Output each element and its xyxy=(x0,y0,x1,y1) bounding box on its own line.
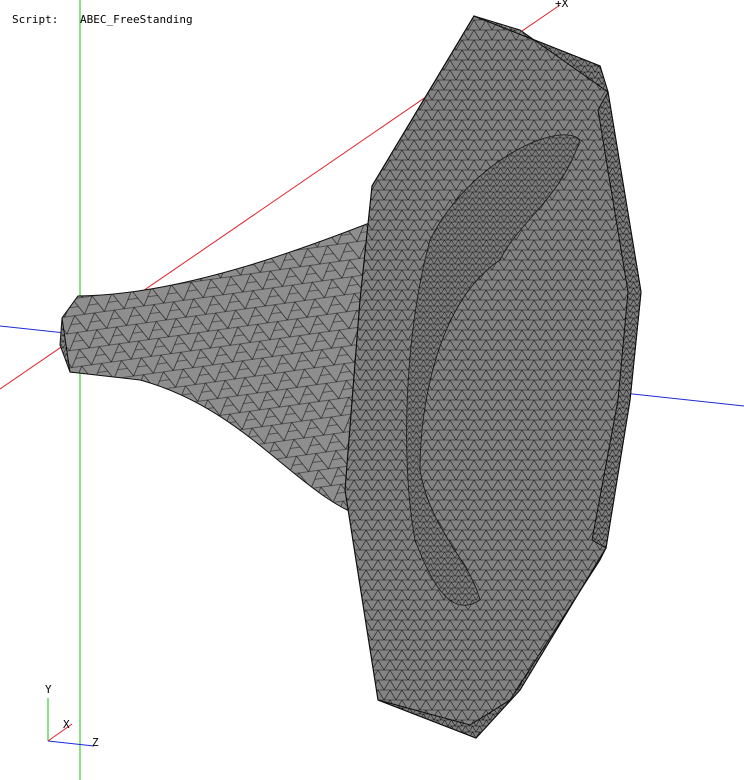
gizmo-y-label: Y xyxy=(45,683,52,696)
gizmo-x-label: X xyxy=(63,718,70,731)
3d-viewport[interactable]: +X Y X Z Script: ABEC_FreeStanding xyxy=(0,0,744,780)
gizmo-z-axis xyxy=(47,740,95,747)
script-name: ABEC_FreeStanding xyxy=(80,13,193,26)
script-label: Script: xyxy=(12,13,59,26)
horn-flare xyxy=(61,221,373,521)
mesh-scene[interactable]: +X Y X Z xyxy=(0,0,744,780)
orientation-gizmo: Y X Z xyxy=(45,683,99,749)
x-axis-label: +X xyxy=(555,0,569,10)
gizmo-z-label: Z xyxy=(92,736,99,749)
enclosure-shading xyxy=(345,16,641,738)
